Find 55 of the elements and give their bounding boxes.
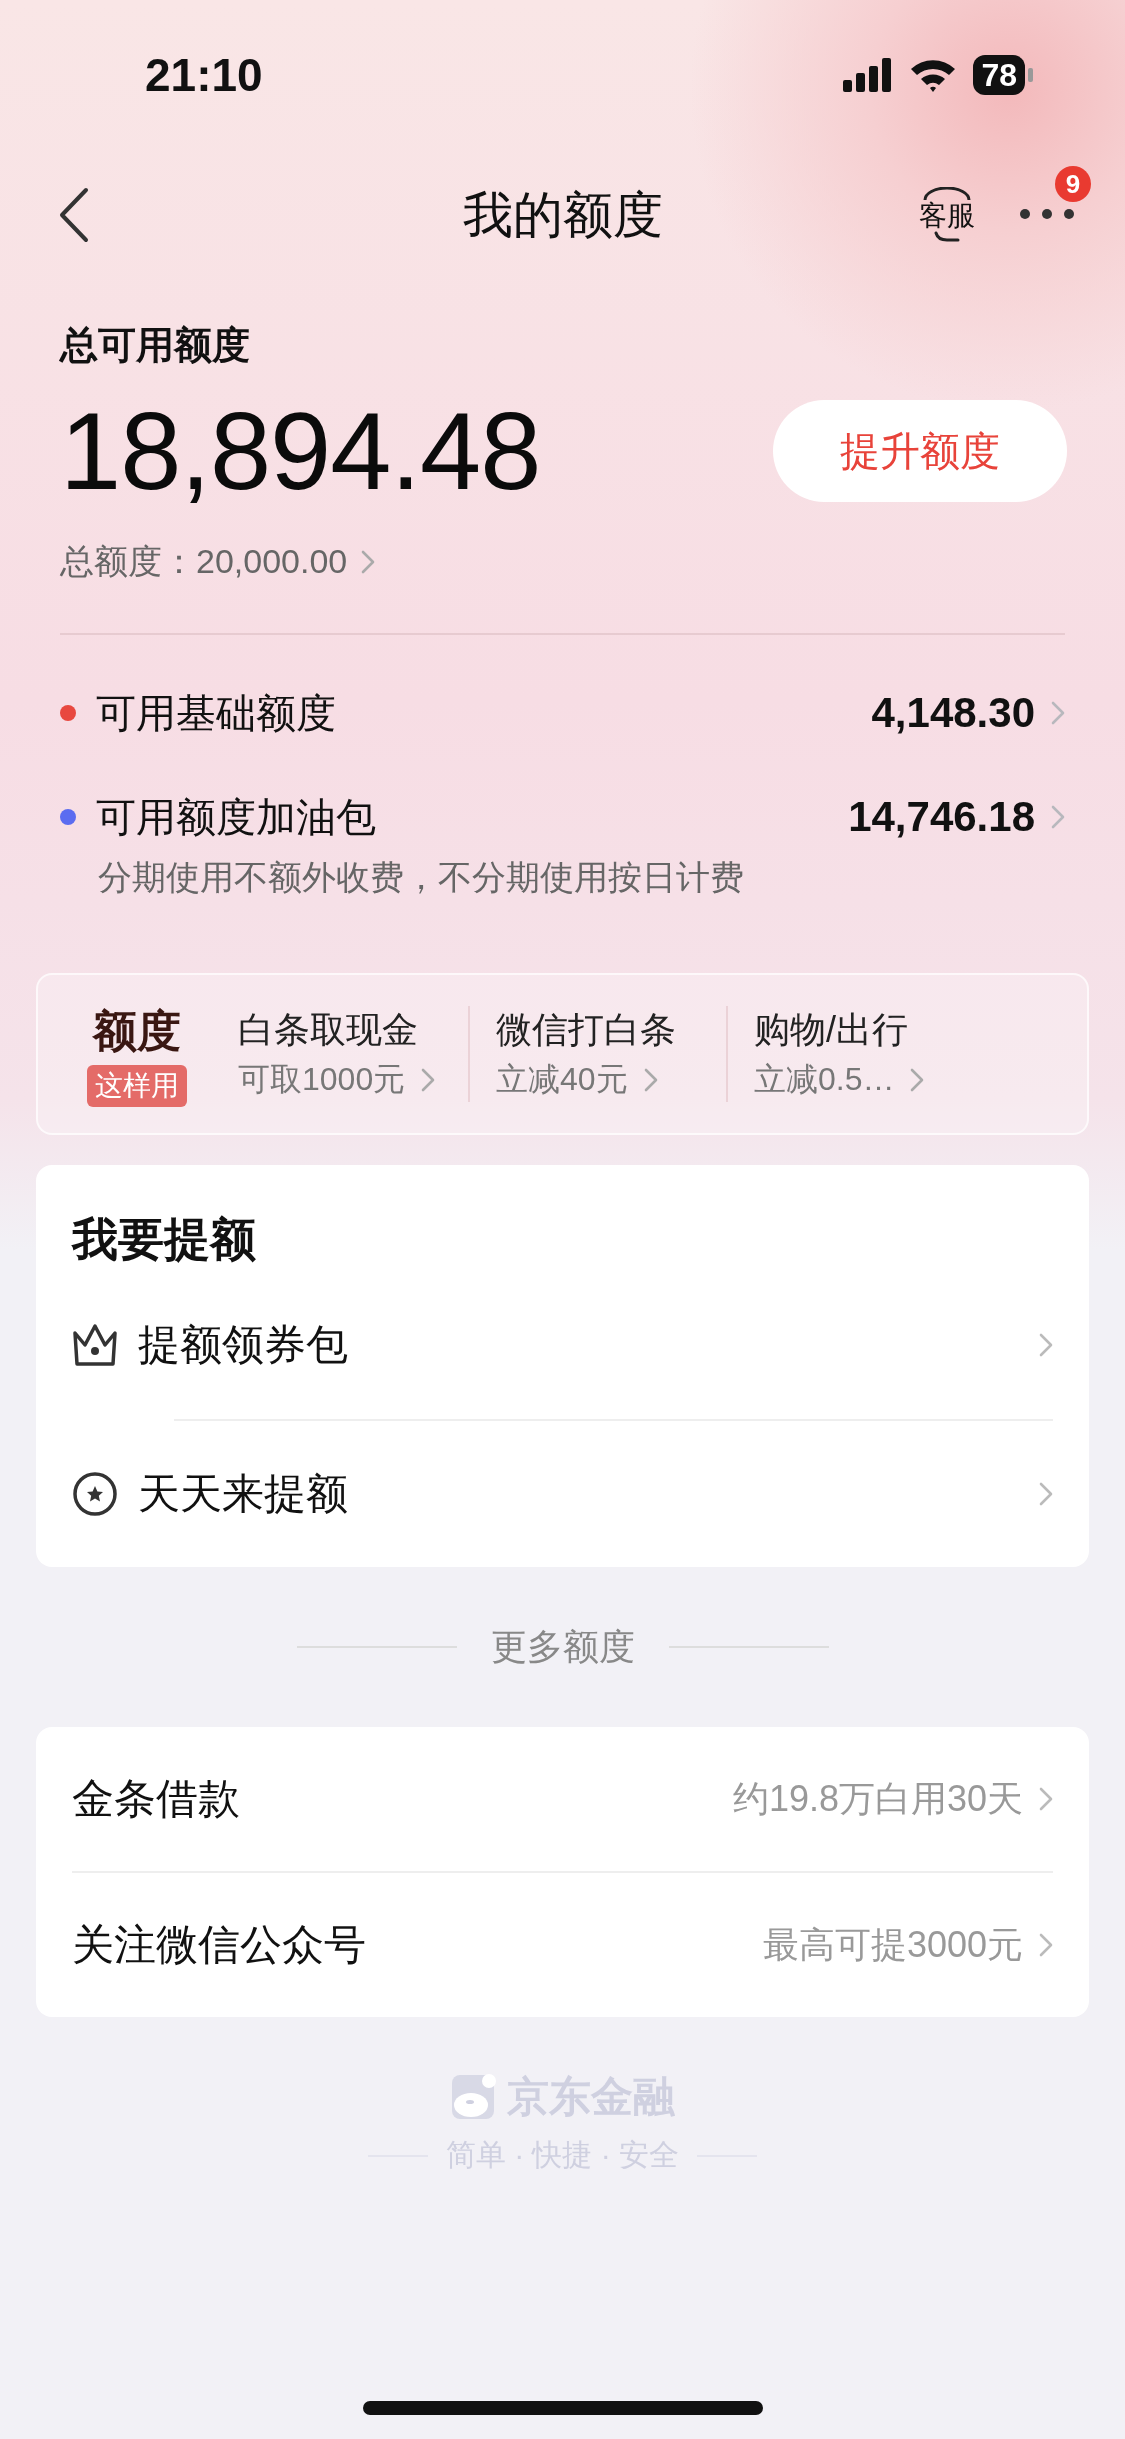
item-label: 金条借款 bbox=[72, 1774, 241, 1824]
available-amount: 18,894.48 bbox=[60, 389, 541, 513]
option-label: 天天来提额 bbox=[138, 1469, 349, 1519]
battery-level: 78 bbox=[973, 55, 1025, 95]
raise-limit-button[interactable]: 提升额度 bbox=[773, 400, 1067, 502]
status-time: 21:10 bbox=[145, 48, 264, 102]
chevron-icon bbox=[1051, 805, 1065, 829]
mascot-logo-icon bbox=[450, 2073, 497, 2121]
list-item[interactable]: 金条借款 约19.8万白用30天 bbox=[72, 1727, 1053, 1871]
total-limit-link[interactable]: 总额度：20,000.00 bbox=[60, 539, 1065, 585]
promo-item[interactable]: 购物/出行 立减0.5… bbox=[726, 1006, 968, 1102]
limit-value: 4,148.30 bbox=[871, 689, 1035, 737]
card-title: 我要提额 bbox=[72, 1212, 257, 1267]
back-icon[interactable] bbox=[58, 187, 90, 243]
promo-tag: 这样用 bbox=[87, 1064, 187, 1107]
section-label: 总可用额度 bbox=[60, 323, 251, 368]
promo-item-title: 白条取现金 bbox=[238, 1008, 419, 1052]
signal-icon bbox=[843, 58, 894, 92]
promo-title: 额度 bbox=[93, 1004, 181, 1057]
chevron-icon bbox=[1039, 1333, 1053, 1357]
item-label: 关注微信公众号 bbox=[72, 1920, 367, 1970]
more-icon bbox=[1019, 207, 1075, 220]
raise-option[interactable]: 天天来提额 bbox=[72, 1421, 1053, 1567]
star-badge-icon bbox=[72, 1471, 118, 1517]
chevron-icon bbox=[910, 1068, 925, 1092]
chevron-icon bbox=[1039, 1482, 1053, 1506]
chevron-icon bbox=[361, 550, 376, 574]
promo-item-subtitle: 立减40元 bbox=[496, 1060, 628, 1099]
crown-icon bbox=[72, 1323, 118, 1367]
limit-value: 14,746.18 bbox=[848, 793, 1035, 841]
promo-item-title: 微信打白条 bbox=[496, 1008, 677, 1052]
option-label: 提额领券包 bbox=[138, 1320, 349, 1370]
page-title: 我的额度 bbox=[462, 185, 663, 245]
chevron-icon bbox=[1039, 1933, 1053, 1957]
chevron-icon bbox=[1051, 701, 1065, 725]
raise-option[interactable]: 提额领券包 bbox=[72, 1271, 1053, 1419]
promo-item-subtitle: 可取1000元 bbox=[238, 1060, 406, 1099]
wifi-icon bbox=[909, 57, 958, 93]
limit-row[interactable]: 可用基础额度 4,148.30 bbox=[60, 661, 1065, 765]
promo-item-subtitle: 立减0.5… bbox=[754, 1060, 895, 1099]
chevron-icon bbox=[421, 1068, 436, 1092]
limit-label: 可用额度加油包 bbox=[96, 793, 377, 841]
notification-badge: 9 bbox=[1055, 165, 1091, 202]
customer-service-button[interactable]: 客服 bbox=[919, 187, 975, 243]
chevron-icon bbox=[643, 1068, 658, 1092]
section-heading: 更多额度 bbox=[490, 1624, 635, 1669]
chevron-icon bbox=[1039, 1787, 1053, 1811]
limit-label: 可用基础额度 bbox=[96, 689, 337, 737]
list-item[interactable]: 关注微信公众号 最高可提3000元 bbox=[72, 1871, 1053, 2017]
promo-item[interactable]: 微信打白条 立减40元 bbox=[468, 1006, 710, 1102]
promo-item-title: 购物/出行 bbox=[754, 1008, 909, 1052]
item-detail: 约19.8万白用30天 bbox=[732, 1776, 1023, 1821]
promo-item[interactable]: 白条取现金 可取1000元 bbox=[212, 1006, 452, 1102]
item-detail: 最高可提3000元 bbox=[762, 1922, 1023, 1967]
limit-note: 分期使用不额外收费，不分期使用按日计费 bbox=[98, 857, 745, 898]
